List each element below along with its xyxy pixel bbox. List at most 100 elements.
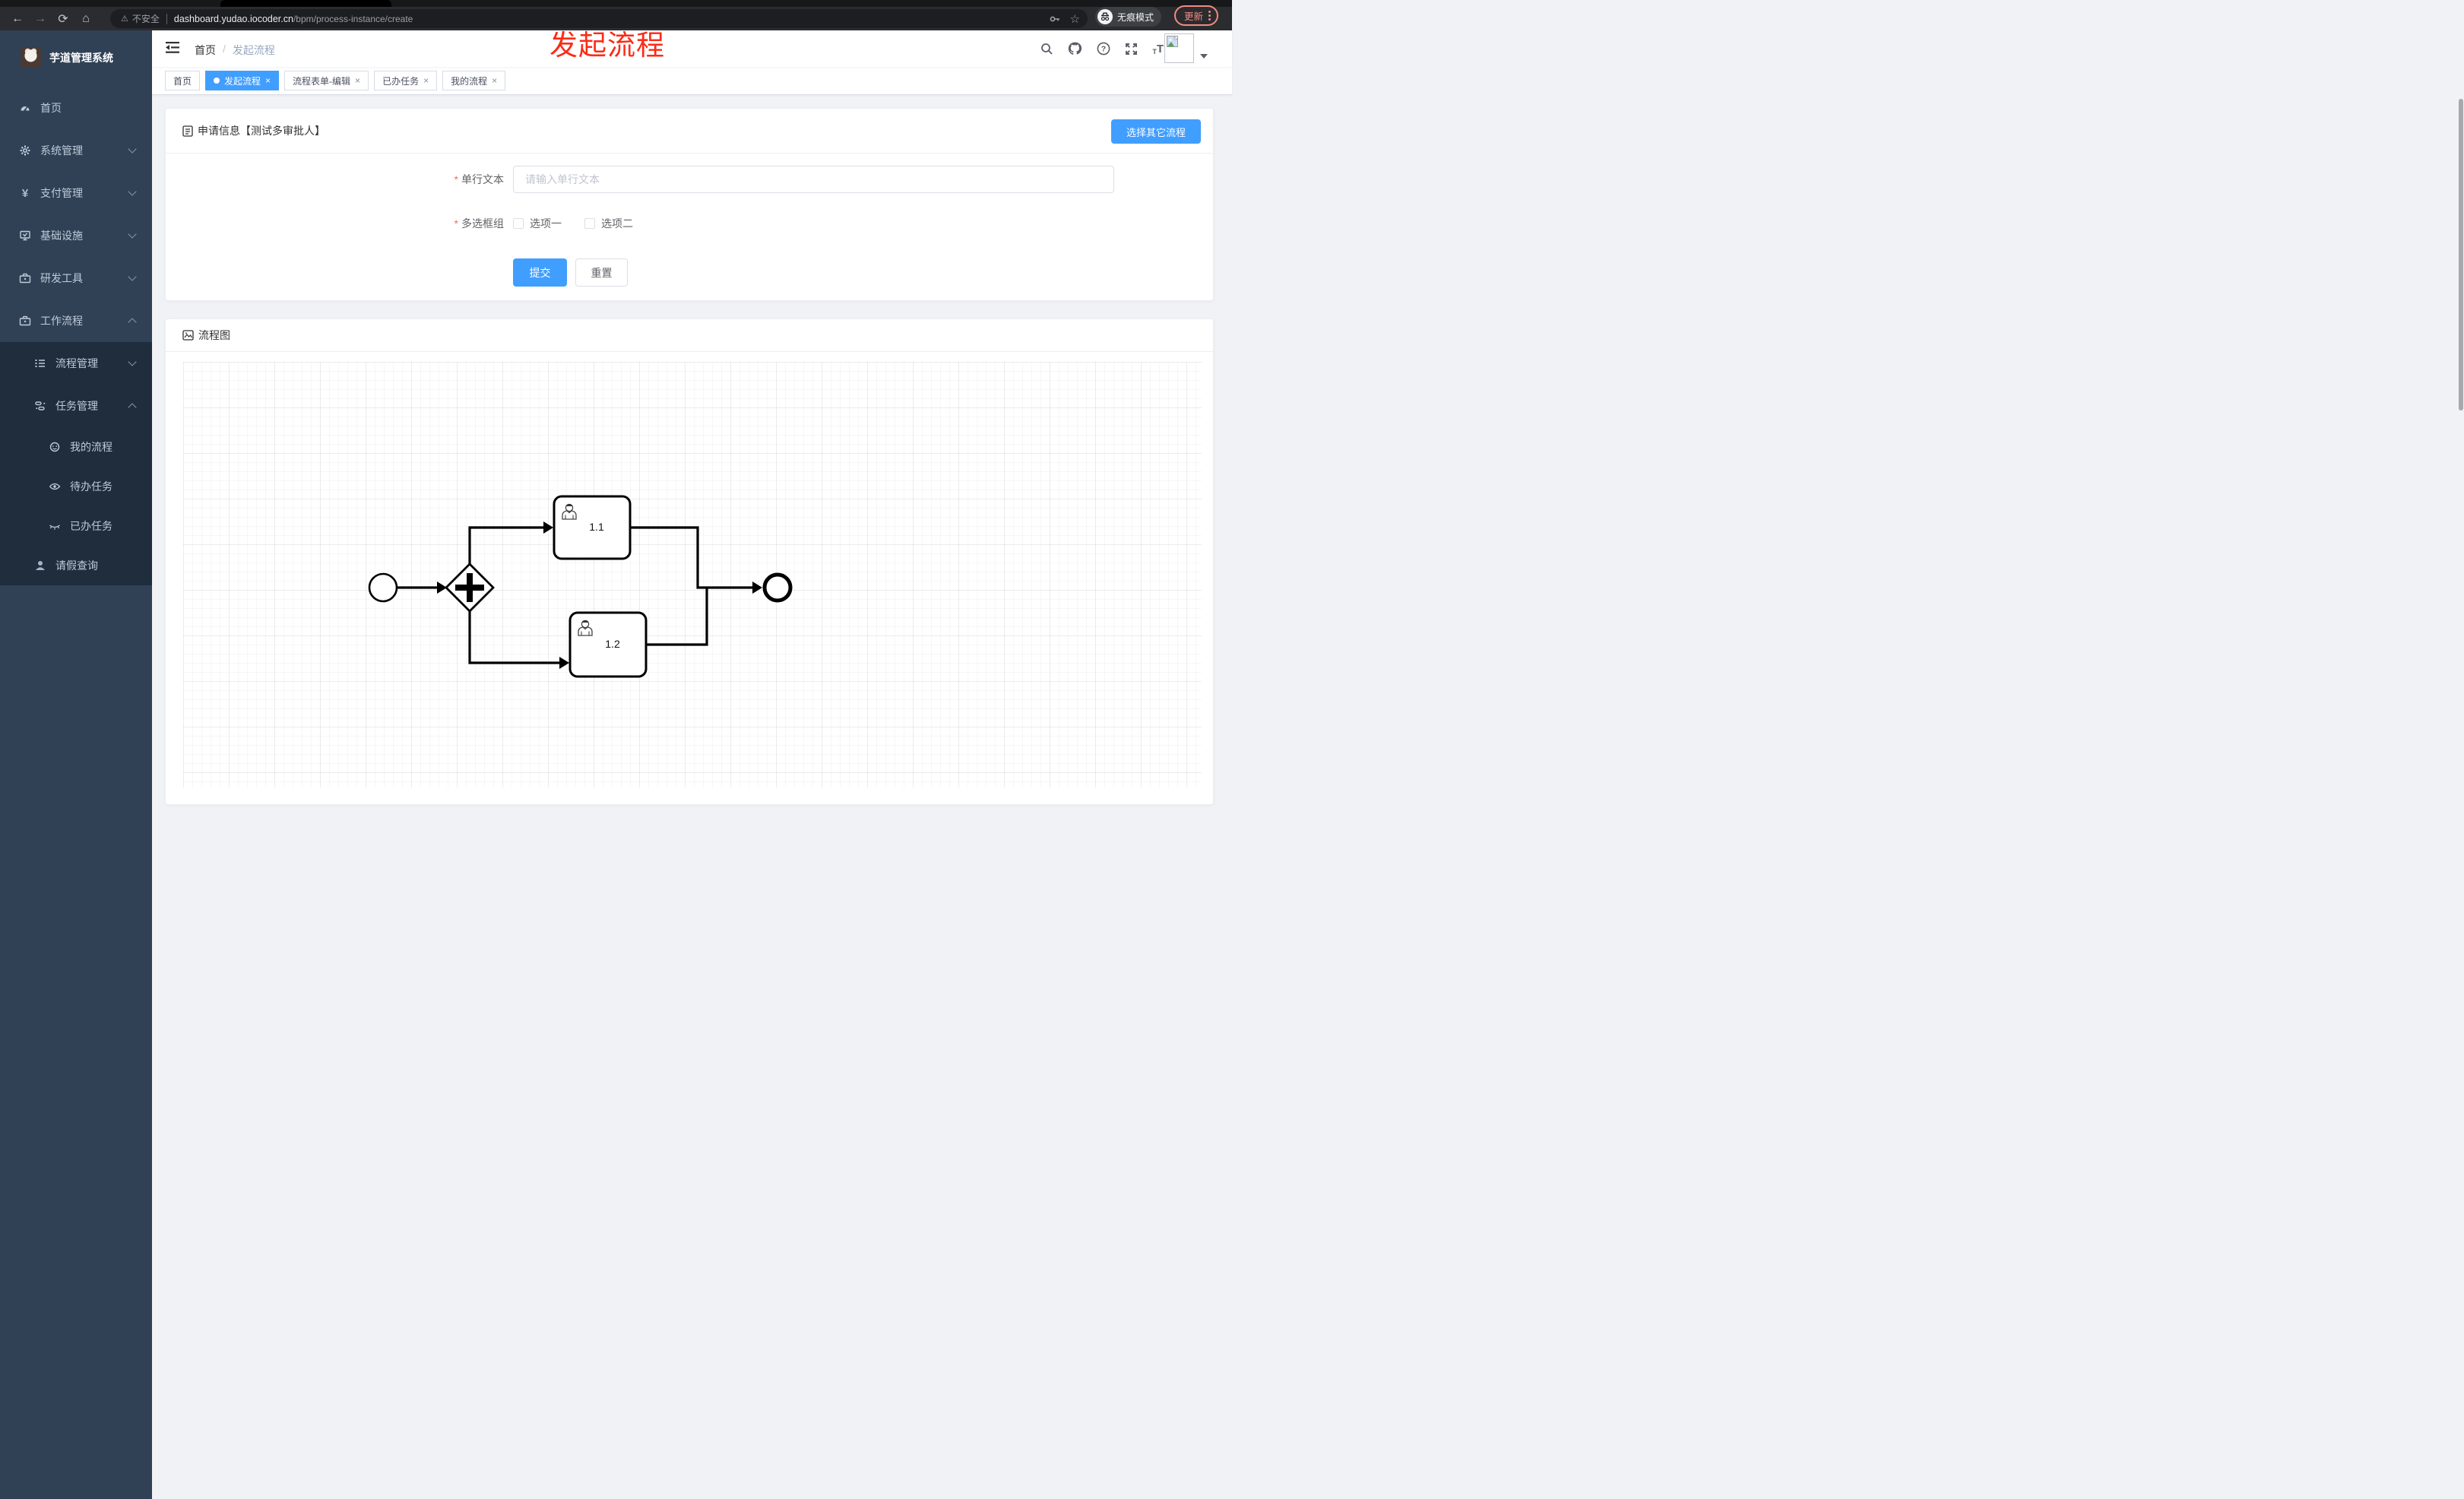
sidebar-collapse-icon[interactable]: [166, 42, 179, 57]
my-process-icon: [49, 442, 60, 452]
avatar-dropdown-caret[interactable]: [1200, 54, 1208, 59]
back-icon[interactable]: ←: [6, 12, 29, 26]
browser-menu-icon[interactable]: [1208, 11, 1211, 21]
field-label-checkbox: * 多选框组: [454, 217, 504, 230]
annotation-text: 发起流程: [549, 30, 665, 61]
incognito-label: 无痕模式: [1117, 11, 1154, 23]
reload-icon[interactable]: ⟳: [52, 11, 74, 27]
sidebar-item-leave-query[interactable]: 请假查询: [0, 546, 152, 585]
logo-image: [21, 47, 41, 68]
picture-icon: [182, 330, 194, 341]
tag-done-tasks[interactable]: 已办任务 ×: [374, 71, 438, 90]
apply-info-card: 申请信息【测试多审批人】 选择其它流程 *单行文本 *多选框组 选项一 选项二 …: [165, 108, 1214, 301]
briefcase-icon: [19, 315, 31, 326]
single-line-text-input[interactable]: [513, 166, 1114, 193]
close-icon[interactable]: ×: [355, 75, 360, 86]
url-domain: dashboard.yudao.iocoder.cn: [173, 13, 293, 24]
avatar[interactable]: [1164, 33, 1194, 63]
home-icon[interactable]: ⌂: [74, 12, 97, 26]
page-scrollbar[interactable]: [2459, 99, 2463, 410]
fullscreen-icon[interactable]: [1125, 43, 1138, 55]
tag-process-form-edit[interactable]: 流程表单-编辑 ×: [284, 71, 369, 90]
apply-info-title: 申请信息【测试多审批人】: [198, 125, 325, 137]
tag-start-process[interactable]: 发起流程 ×: [205, 71, 280, 90]
user-task-1-2[interactable]: 1.2: [568, 611, 648, 678]
bookmark-star-icon[interactable]: ☆: [1070, 12, 1080, 26]
sidebar-item-workflow[interactable]: 工作流程: [0, 299, 152, 342]
field-label-text: * 单行文本: [454, 173, 504, 185]
sidebar-item-done-tasks[interactable]: 已办任务: [0, 506, 152, 546]
font-size-icon[interactable]: TT: [1152, 43, 1164, 55]
sidebar-item-label: 基础设施: [40, 230, 83, 242]
app-logo[interactable]: 芋道管理系统: [0, 30, 152, 73]
checkbox-option-2[interactable]: 选项二: [584, 216, 633, 231]
required-asterisk: *: [454, 217, 458, 230]
tag-home[interactable]: 首页: [165, 71, 201, 90]
monitor-icon: [20, 230, 30, 241]
close-icon[interactable]: ×: [265, 75, 271, 86]
chevron-down-icon: [128, 230, 137, 239]
dashboard-icon: [21, 106, 30, 112]
help-icon[interactable]: ?: [1097, 42, 1110, 55]
browser-update-button[interactable]: 更新: [1174, 5, 1219, 26]
window-frame: [0, 0, 1232, 7]
app-header: 首页 / 发起流程 ? TT: [152, 30, 1232, 67]
sidebar-item-payment[interactable]: ¥ 支付管理: [0, 172, 152, 214]
checkbox-box[interactable]: [513, 218, 524, 229]
sidebar-item-process-mgmt[interactable]: 流程管理: [0, 342, 152, 385]
sidebar-item-todo-tasks[interactable]: 待办任务: [0, 467, 152, 506]
chevron-down-icon: [128, 144, 137, 154]
sidebar-item-label: 已办任务: [70, 520, 112, 532]
sidebar-item-system[interactable]: 系统管理: [0, 129, 152, 172]
choose-other-process-button[interactable]: 选择其它流程: [1110, 119, 1201, 144]
sidebar-item-devtools[interactable]: 研发工具: [0, 257, 152, 299]
breadcrumb: 首页 / 发起流程: [195, 43, 275, 58]
reset-button[interactable]: 重置: [575, 258, 628, 287]
close-icon[interactable]: ×: [423, 75, 429, 86]
browser-tab[interactable]: [220, 0, 391, 7]
sidebar-item-home[interactable]: 首页: [0, 87, 152, 129]
close-icon[interactable]: ×: [492, 75, 497, 86]
security-warning-icon: ⚠: [121, 14, 128, 24]
breadcrumb-current: 发起流程: [232, 44, 275, 56]
github-icon[interactable]: [1068, 42, 1082, 55]
diagram-title: 流程图: [198, 329, 230, 341]
security-label[interactable]: 不安全: [132, 12, 160, 25]
start-event[interactable]: [368, 572, 398, 603]
sidebar-item-my-process[interactable]: 我的流程: [0, 427, 152, 467]
eye-icon: [49, 483, 61, 490]
key-icon[interactable]: [1049, 13, 1061, 25]
sidebar-item-task-mgmt[interactable]: 任务管理: [0, 385, 152, 427]
required-asterisk: *: [454, 173, 458, 185]
apply-info-header: 申请信息【测试多审批人】: [166, 109, 1213, 154]
task-label: 1.1: [589, 521, 604, 533]
bpmn-canvas[interactable]: 1.1 1.2: [183, 362, 1202, 788]
task-tree-icon: [35, 401, 46, 410]
sidebar-item-label: 支付管理: [40, 187, 83, 199]
active-dot: [214, 78, 220, 84]
tags-view-bar: 首页 发起流程 × 流程表单-编辑 × 已办任务 × 我的流程 ×: [152, 67, 1232, 95]
parallel-gateway[interactable]: [445, 563, 495, 613]
forward-icon[interactable]: →: [29, 12, 52, 26]
gear-icon: [20, 145, 30, 156]
sidebar-item-label: 首页: [40, 102, 62, 114]
incognito-icon: [1097, 9, 1113, 24]
incognito-badge: 无痕模式: [1095, 7, 1162, 27]
svg-text:?: ?: [1101, 45, 1106, 54]
tag-my-process[interactable]: 我的流程 ×: [442, 71, 506, 90]
submit-button[interactable]: 提交: [513, 258, 567, 287]
checkbox-option-1[interactable]: 选项一: [513, 216, 562, 231]
sidebar-item-label: 待办任务: [70, 480, 112, 493]
sidebar-item-label: 系统管理: [40, 144, 83, 157]
sidebar-item-infra[interactable]: 基础设施: [0, 214, 152, 257]
end-event[interactable]: [762, 572, 793, 603]
sidebar-item-label: 工作流程: [40, 315, 83, 327]
breadcrumb-home[interactable]: 首页: [195, 43, 216, 58]
app-title: 芋道管理系统: [49, 51, 113, 64]
sidebar-item-label: 任务管理: [55, 400, 98, 412]
process-diagram-card: 流程图 1.1 1.2: [165, 318, 1214, 805]
search-icon[interactable]: [1040, 43, 1053, 55]
divider: [166, 13, 167, 24]
checkbox-box[interactable]: [584, 218, 595, 229]
user-task-1-1[interactable]: 1.1: [553, 495, 632, 560]
